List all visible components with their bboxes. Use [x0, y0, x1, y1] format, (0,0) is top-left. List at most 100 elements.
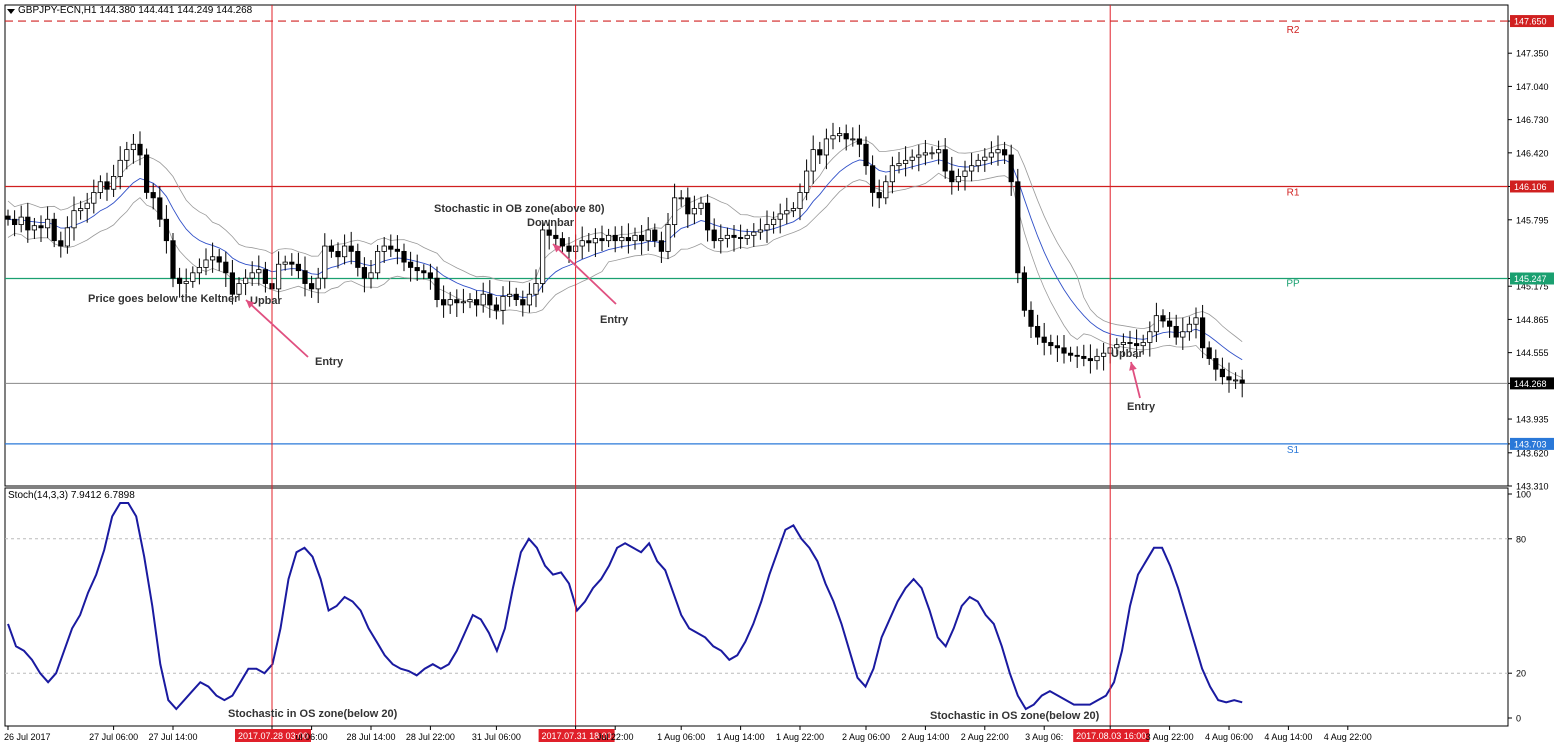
candle-body	[936, 149, 942, 154]
candle-body	[401, 250, 407, 263]
candle-body	[784, 210, 790, 215]
candle-body	[790, 208, 797, 212]
candle-body	[870, 165, 876, 193]
candle-body	[1153, 315, 1159, 333]
annotation-label: Stochastic in OS zone(below 20)	[930, 710, 1100, 722]
time-tick-label: 27 Jul 14:00	[148, 732, 197, 742]
candle-body	[1200, 317, 1206, 349]
candle-body	[672, 197, 678, 226]
candle-body	[1127, 342, 1133, 344]
candle-body	[949, 170, 955, 183]
candle-body	[454, 299, 460, 304]
candle-body	[31, 225, 38, 231]
candle-body	[104, 181, 110, 190]
time-tick-label: 1 Aug 06:00	[657, 732, 705, 742]
time-tick-label: 4 Aug 22:00	[1324, 732, 1372, 742]
pivot-label-R2: R2	[1287, 25, 1300, 36]
candle-body	[355, 250, 361, 268]
stochastic-label: Stoch(14,3,3) 7.9412 6.7898	[8, 490, 135, 501]
candle-body	[1213, 358, 1219, 370]
candle-body	[11, 218, 18, 226]
candle-body	[51, 218, 57, 242]
candle-body	[1193, 317, 1199, 325]
time-tick-label-highlight: 2017.08.03 16:00	[1076, 731, 1146, 741]
candle-body	[170, 240, 176, 279]
pivot-label-R1: R1	[1287, 187, 1300, 198]
candle-body	[520, 299, 526, 306]
candle-body	[922, 152, 929, 156]
candle-body	[315, 277, 321, 290]
candle-body	[540, 229, 546, 284]
candle-body	[744, 234, 750, 239]
candle-body	[797, 192, 803, 209]
candle-body	[1002, 149, 1008, 156]
stochastic-line	[7, 502, 1243, 711]
time-tick-label: 31 Jul 06:00	[472, 732, 521, 742]
candle-body	[1167, 320, 1173, 327]
candle-body	[348, 245, 354, 252]
time-tick-label: 2 Aug 14:00	[901, 732, 949, 742]
price-chart: 147.650 147.350 147.040 146.730 146.420 146.1…	[4, 4, 1554, 742]
candle-body	[678, 197, 684, 200]
candle-body	[929, 152, 935, 155]
candle-body	[1087, 358, 1093, 362]
candle-body	[117, 159, 123, 177]
stoch-scale-label: 80	[1516, 534, 1526, 544]
candle-body	[1226, 376, 1232, 381]
candle-body	[190, 272, 196, 282]
candle-body	[368, 272, 374, 279]
candle-body	[1015, 181, 1021, 274]
candle-body	[751, 231, 757, 236]
candle-body	[1094, 355, 1100, 362]
candle-body	[137, 143, 143, 156]
candle-body	[599, 238, 605, 242]
candle-body	[1008, 154, 1014, 183]
current-price-label: 144.268	[1514, 379, 1547, 389]
candle-body	[18, 216, 24, 226]
annotation-label: Entry	[600, 314, 629, 326]
candle-body	[658, 240, 665, 252]
stoch-panel-frame	[4, 487, 1509, 727]
candle-body	[480, 293, 486, 306]
candle-body	[863, 143, 869, 167]
candle-body	[916, 154, 922, 158]
candle-body	[883, 181, 889, 199]
candle-body	[876, 192, 882, 199]
candle-body	[209, 256, 216, 261]
candle-body	[533, 283, 539, 295]
candle-body	[58, 240, 64, 247]
candle-body	[434, 277, 440, 300]
candle-body	[302, 270, 308, 284]
candle-body	[150, 192, 156, 199]
pivot-price-label: 143.703	[1514, 439, 1547, 449]
pivot-price-label: 146.106	[1514, 182, 1547, 192]
time-tick-label: 28 Jul 22:00	[406, 732, 455, 742]
time-tick-label: Jul 22:00	[597, 732, 634, 742]
candle-body	[513, 293, 519, 300]
chart-menu-arrow-icon[interactable]	[7, 9, 15, 14]
time-tick-label: ul 06:00	[296, 732, 328, 742]
candle-body	[91, 192, 97, 204]
candle-body	[71, 210, 77, 229]
price-tick-label: 147.040	[1516, 82, 1549, 92]
candle-body	[705, 202, 711, 231]
candle-body	[962, 170, 968, 177]
candle-body	[1160, 315, 1166, 322]
annotation-label: Stochastic in OB zone(above 80)	[434, 203, 605, 215]
annotation-label: Entry	[315, 356, 344, 368]
candle-body	[229, 272, 235, 295]
candle-body	[652, 229, 658, 242]
candle-body	[500, 295, 506, 311]
candle-body	[203, 259, 209, 268]
candle-body	[903, 159, 909, 164]
candle-body	[1048, 342, 1054, 347]
candle-body	[163, 218, 169, 242]
candle-body	[5, 215, 11, 220]
candle-body	[487, 293, 493, 306]
candle-body	[995, 149, 1001, 154]
candle-body	[183, 280, 189, 284]
candle-body	[427, 272, 434, 279]
candle-body	[1239, 379, 1245, 384]
candle-body	[1233, 379, 1239, 382]
candle-body	[738, 237, 744, 239]
